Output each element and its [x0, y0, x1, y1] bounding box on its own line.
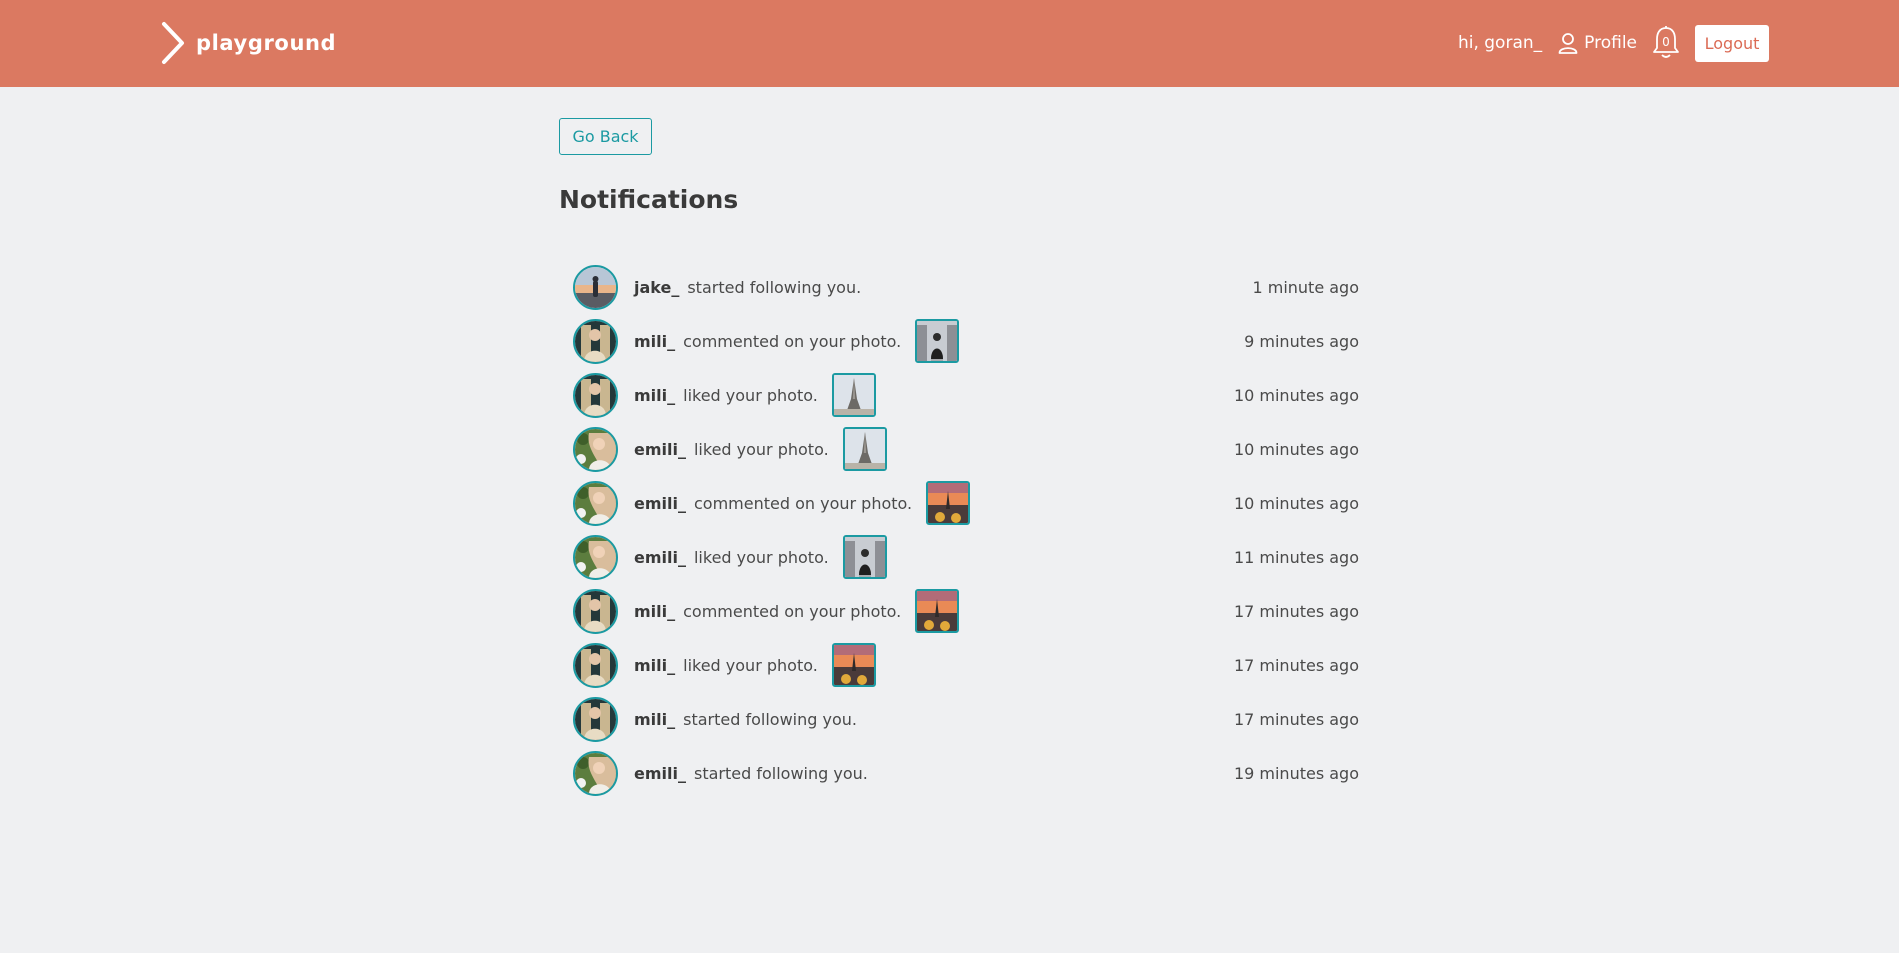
photo-thumbnail[interactable] — [926, 481, 971, 525]
notification-timestamp: 1 minute ago — [1252, 277, 1359, 297]
notification-message: liked your photo. — [693, 547, 829, 567]
notification-row[interactable]: mili_ liked your photo. 10 minutes ago — [573, 368, 1359, 422]
notification-timestamp: 10 minutes ago — [1233, 385, 1359, 405]
notification-timestamp: 9 minutes ago — [1244, 331, 1359, 351]
notification-username[interactable]: emili_ — [634, 494, 686, 513]
notification-row[interactable]: mili_ started following you. 17 minutes ag… — [573, 692, 1359, 746]
brand-name: playground — [196, 31, 337, 55]
photo-thumbnail[interactable] — [915, 319, 960, 363]
notification-row[interactable]: jake_ started following you. 1 minute ago — [573, 260, 1359, 314]
user-avatar[interactable] — [573, 588, 618, 634]
notification-row[interactable]: emili_ liked your photo. 10 minutes ago — [573, 422, 1359, 476]
user-avatar[interactable] — [573, 480, 618, 526]
notification-timestamp: 11 minutes ago — [1233, 547, 1359, 567]
profile-label: Profile — [1584, 33, 1637, 53]
notification-message: commented on your photo. — [683, 601, 902, 621]
user-icon — [1558, 33, 1578, 54]
notification-message: commented on your photo. — [693, 493, 913, 513]
photo-thumbnail[interactable] — [831, 373, 876, 417]
profile-link[interactable]: Profile — [1558, 32, 1637, 54]
notification-username[interactable]: emili_ — [634, 548, 686, 567]
notification-username[interactable]: mili_ — [634, 332, 675, 351]
user-avatar[interactable] — [573, 696, 618, 742]
notification-message: commented on your photo. — [683, 331, 902, 351]
notification-username[interactable]: mili_ — [634, 656, 675, 675]
user-avatar[interactable] — [573, 372, 618, 418]
notification-username[interactable]: mili_ — [634, 602, 675, 621]
notifications-bell-button[interactable]: 0 — [1651, 25, 1681, 61]
notification-message: started following you. — [693, 763, 868, 783]
user-avatar[interactable] — [573, 534, 618, 580]
notification-row[interactable]: mili_ commented on your photo. 9 minutes … — [573, 314, 1359, 368]
notification-username[interactable]: jake_ — [634, 278, 679, 297]
brand-logo-link[interactable]: playground — [160, 21, 336, 65]
user-avatar[interactable] — [573, 642, 618, 688]
go-back-button[interactable]: Go Back — [559, 118, 652, 155]
notification-row[interactable]: emili_ liked your photo. 11 minutes ago — [573, 530, 1359, 584]
notification-message: liked your photo. — [683, 655, 818, 675]
notification-message: liked your photo. — [683, 385, 818, 405]
photo-thumbnail[interactable] — [831, 643, 876, 687]
user-avatar[interactable] — [573, 750, 618, 796]
main-content: Go Back Notifications jake_started follo… — [559, 118, 1359, 796]
notification-username[interactable]: emili_ — [634, 440, 686, 459]
logout-button[interactable]: Logout — [1695, 24, 1769, 62]
notification-timestamp: 10 minutes ago — [1233, 493, 1359, 513]
photo-thumbnail[interactable] — [915, 589, 960, 633]
user-greeting: hi, goran_ — [1457, 33, 1543, 53]
chevron-right-icon — [162, 22, 184, 64]
notification-timestamp: 19 minutes ago — [1233, 763, 1359, 783]
notification-message: started following you. — [683, 709, 857, 729]
photo-thumbnail[interactable] — [842, 427, 887, 471]
notification-username[interactable]: mili_ — [634, 710, 675, 729]
notification-row[interactable]: mili_ commented on your photo. 17 minutes… — [573, 584, 1359, 638]
notification-row[interactable]: emili_ commented on your photo. 10 minute… — [573, 476, 1359, 530]
user-avatar[interactable] — [573, 318, 618, 364]
top-navbar: playground hi, goran_ Profile 0 Logout — [0, 0, 1899, 87]
notification-timestamp: 17 minutes ago — [1233, 601, 1359, 621]
notification-username[interactable]: emili_ — [634, 764, 686, 783]
notifications-list: jake_ started following you. 1 minute ago … — [573, 260, 1359, 800]
notification-timestamp: 17 minutes ago — [1233, 709, 1359, 729]
notification-row[interactable]: mili_ liked your photo. 17 minutes ago — [573, 638, 1359, 692]
photo-thumbnail[interactable] — [842, 535, 887, 579]
notification-message: liked your photo. — [693, 439, 829, 459]
notification-message: started following you. — [687, 277, 862, 297]
notification-timestamp: 17 minutes ago — [1233, 655, 1359, 675]
notification-row[interactable]: emili_ started following you. 19 minutes a… — [573, 746, 1359, 800]
user-avatar[interactable] — [573, 264, 618, 310]
notification-timestamp: 10 minutes ago — [1233, 439, 1359, 459]
notification-count-badge: 0 — [1662, 35, 1670, 49]
notification-username[interactable]: mili_ — [634, 386, 675, 405]
navbar-actions: hi, goran_ Profile 0 Logout — [1458, 24, 1769, 62]
user-avatar[interactable] — [573, 426, 618, 472]
page-title: Notifications — [559, 185, 739, 214]
